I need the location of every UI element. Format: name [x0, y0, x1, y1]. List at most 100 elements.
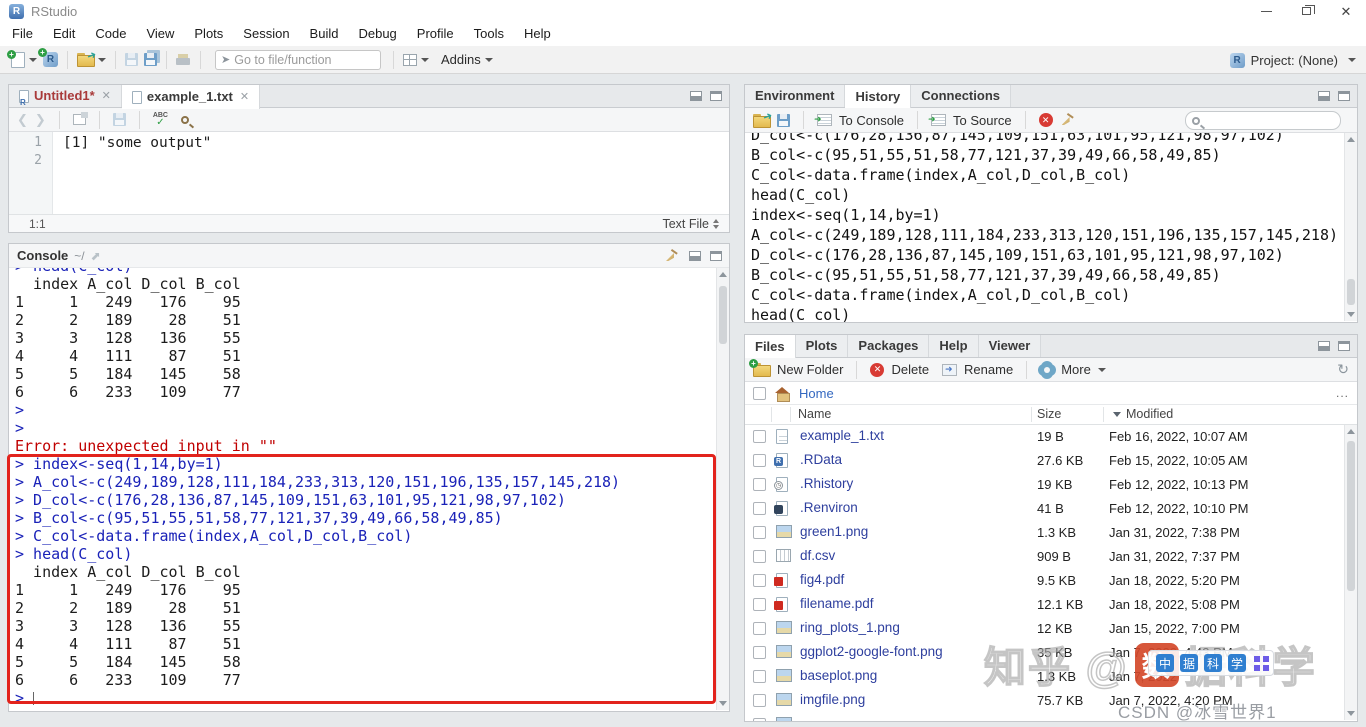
pane-minimize-icon[interactable] — [690, 91, 702, 101]
file-checkbox[interactable] — [753, 478, 766, 491]
delete-button[interactable]: Delete — [891, 362, 929, 377]
pane-layout-button[interactable] — [400, 48, 432, 72]
file-type-selector[interactable]: Text File — [662, 217, 719, 231]
to-console-icon[interactable] — [814, 114, 832, 126]
scroll-down-icon[interactable] — [717, 697, 729, 710]
load-history-icon[interactable]: ➜ — [753, 109, 774, 128]
back-icon[interactable]: ❮ — [17, 112, 28, 128]
file-row[interactable]: imgfile.png 75.7 KB Jan 7, 2022, 4:20 PM — [745, 689, 1344, 713]
more-dropdown-icon[interactable] — [1097, 367, 1106, 372]
close-tab-icon[interactable]: ✕ — [102, 85, 111, 107]
history-entry[interactable]: index<-seq(1,14,by=1) — [751, 205, 1344, 225]
history-search-input[interactable] — [1204, 113, 1324, 128]
history-entry[interactable]: C_col<-data.frame(index,A_col,D_col,B_co… — [751, 285, 1344, 305]
window-restore-button[interactable] — [1286, 0, 1326, 22]
print-button[interactable] — [173, 48, 194, 72]
console-output[interactable]: > head(C_col) index A_col D_col B_col1 1… — [9, 268, 716, 711]
history-entry[interactable]: C_col<-data.frame(index,A_col,D_col,B_co… — [751, 165, 1344, 185]
history-entry[interactable]: head(C_col) — [751, 305, 1344, 322]
goto-file-box[interactable]: ➤ — [215, 49, 381, 70]
save-source-icon[interactable] — [112, 113, 126, 126]
file-row[interactable]: R .RData 27.6 KB Feb 15, 2022, 10:05 AM — [745, 449, 1344, 473]
window-close-button[interactable]: ✕ — [1326, 0, 1366, 22]
files-scrollbar[interactable] — [1344, 425, 1357, 720]
addins-button[interactable]: Addins — [432, 48, 496, 72]
menu-edit[interactable]: Edit — [43, 22, 85, 46]
file-name-link[interactable]: green1.png — [800, 524, 868, 539]
pane-layout-dropdown-icon[interactable] — [421, 57, 429, 62]
new-file-button[interactable]: + — [7, 48, 40, 72]
history-scrollbar[interactable] — [1344, 133, 1357, 321]
file-name-link[interactable]: .RData — [800, 452, 842, 467]
scroll-up-icon[interactable] — [1345, 425, 1357, 438]
file-row[interactable]: green1.png 1.3 KB Jan 31, 2022, 7:38 PM — [745, 521, 1344, 545]
file-name-link[interactable]: ggplot2-google-font.png — [800, 644, 943, 659]
file-checkbox[interactable] — [753, 670, 766, 683]
files-list[interactable]: example_1.txt 19 B Feb 16, 2022, 10:07 AM R… — [745, 425, 1344, 721]
pane-maximize-icon[interactable] — [710, 91, 722, 101]
more-button[interactable]: More — [1061, 362, 1091, 377]
menu-tools[interactable]: Tools — [464, 22, 514, 46]
file-checkbox[interactable] — [753, 430, 766, 443]
close-tab-icon[interactable]: ✕ — [240, 86, 249, 108]
spellcheck-icon[interactable]: ABC ✓ — [153, 112, 168, 128]
editor-area[interactable]: 12 [1] "some output" — [9, 132, 729, 214]
file-name-link[interactable]: imgfile.png — [800, 692, 865, 707]
file-name-link[interactable]: df.csv — [800, 548, 835, 563]
file-row[interactable]: ◷ .Rhistory 19 KB Feb 12, 2022, 10:13 PM — [745, 473, 1344, 497]
home-link[interactable]: Home — [799, 386, 834, 401]
console-scrollbar[interactable] — [716, 268, 729, 710]
file-checkbox[interactable] — [753, 454, 766, 467]
file-checkbox[interactable] — [753, 526, 766, 539]
history-entry[interactable]: D_col<-c(176,28,136,87,145,109,151,63,10… — [751, 133, 1344, 145]
refresh-icon[interactable]: ↻ — [1337, 361, 1349, 378]
menu-build[interactable]: Build — [300, 22, 349, 46]
file-checkbox[interactable] — [753, 574, 766, 587]
tab-plots[interactable]: Plots — [795, 335, 849, 357]
open-in-new-window-icon[interactable] — [72, 112, 88, 125]
file-name-link[interactable]: fig4.pdf — [800, 572, 844, 587]
history-entry[interactable]: B_col<-c(95,51,55,51,58,77,121,37,39,49,… — [751, 145, 1344, 165]
pane-minimize-icon[interactable] — [1318, 91, 1330, 101]
file-row[interactable]: baseplot.png 1.3 KB Jan 7, 2022 — [745, 665, 1344, 689]
tab-connections[interactable]: Connections — [911, 85, 1011, 107]
file-checkbox[interactable] — [753, 550, 766, 563]
column-name[interactable]: Name — [798, 407, 831, 421]
menu-code[interactable]: Code — [85, 22, 136, 46]
column-modified[interactable]: Modified — [1113, 407, 1173, 421]
file-name-link[interactable]: ring_plots_1.png — [800, 620, 900, 635]
window-minimize-button[interactable] — [1246, 0, 1286, 22]
pane-maximize-icon[interactable] — [1338, 91, 1350, 101]
pane-maximize-icon[interactable] — [710, 251, 722, 261]
save-history-icon[interactable] — [777, 113, 790, 127]
file-name-link[interactable]: baseplot.png — [800, 668, 877, 683]
history-list[interactable]: D_col<-c(176,28,136,87,145,109,151,63,10… — [745, 133, 1344, 322]
file-row[interactable]: df.csv 909 B Jan 31, 2022, 7:37 PM — [745, 545, 1344, 569]
open-file-dropdown-icon[interactable] — [98, 57, 106, 62]
tab-untitled1-[interactable]: Untitled1* ✕ — [9, 85, 122, 114]
file-row[interactable]: ring_plots_1.png 12 KB Jan 15, 2022, 7:00 … — [745, 617, 1344, 641]
file-row[interactable]: fig4.pdf 9.5 KB Jan 18, 2022, 5:20 PM — [745, 569, 1344, 593]
tab-history[interactable]: History — [845, 85, 912, 109]
file-row[interactable]: example_1.txt 19 B Feb 16, 2022, 10:07 AM — [745, 425, 1344, 449]
menu-plots[interactable]: Plots — [184, 22, 233, 46]
history-entry[interactable]: D_col<-c(176,28,136,87,145,109,151,63,10… — [751, 245, 1344, 265]
tab-environment[interactable]: Environment — [745, 85, 846, 107]
select-all-checkbox[interactable] — [753, 386, 766, 400]
menu-profile[interactable]: Profile — [407, 22, 464, 46]
remove-entries-icon[interactable]: ✕ — [1038, 113, 1053, 127]
new-file-dropdown-icon[interactable] — [29, 57, 37, 62]
pane-maximize-icon[interactable] — [1338, 341, 1350, 351]
file-name-link[interactable]: .Renviron — [800, 500, 858, 515]
file-name-link[interactable]: filename.pdf — [800, 596, 874, 611]
menu-help[interactable]: Help — [514, 22, 561, 46]
menu-session[interactable]: Session — [233, 22, 299, 46]
project-selector[interactable]: R Project: (None) — [1229, 46, 1356, 74]
editor-code[interactable]: [1] "some output" — [53, 132, 729, 214]
scrollbar-thumb[interactable] — [719, 286, 727, 344]
history-entry[interactable]: head(C_col) — [751, 185, 1344, 205]
file-row[interactable]: .Renviron 41 B Feb 12, 2022, 10:10 PM — [745, 497, 1344, 521]
file-checkbox[interactable] — [753, 598, 766, 611]
file-checkbox[interactable] — [753, 622, 766, 635]
file-name-link[interactable]: example_1.txt — [800, 428, 884, 443]
